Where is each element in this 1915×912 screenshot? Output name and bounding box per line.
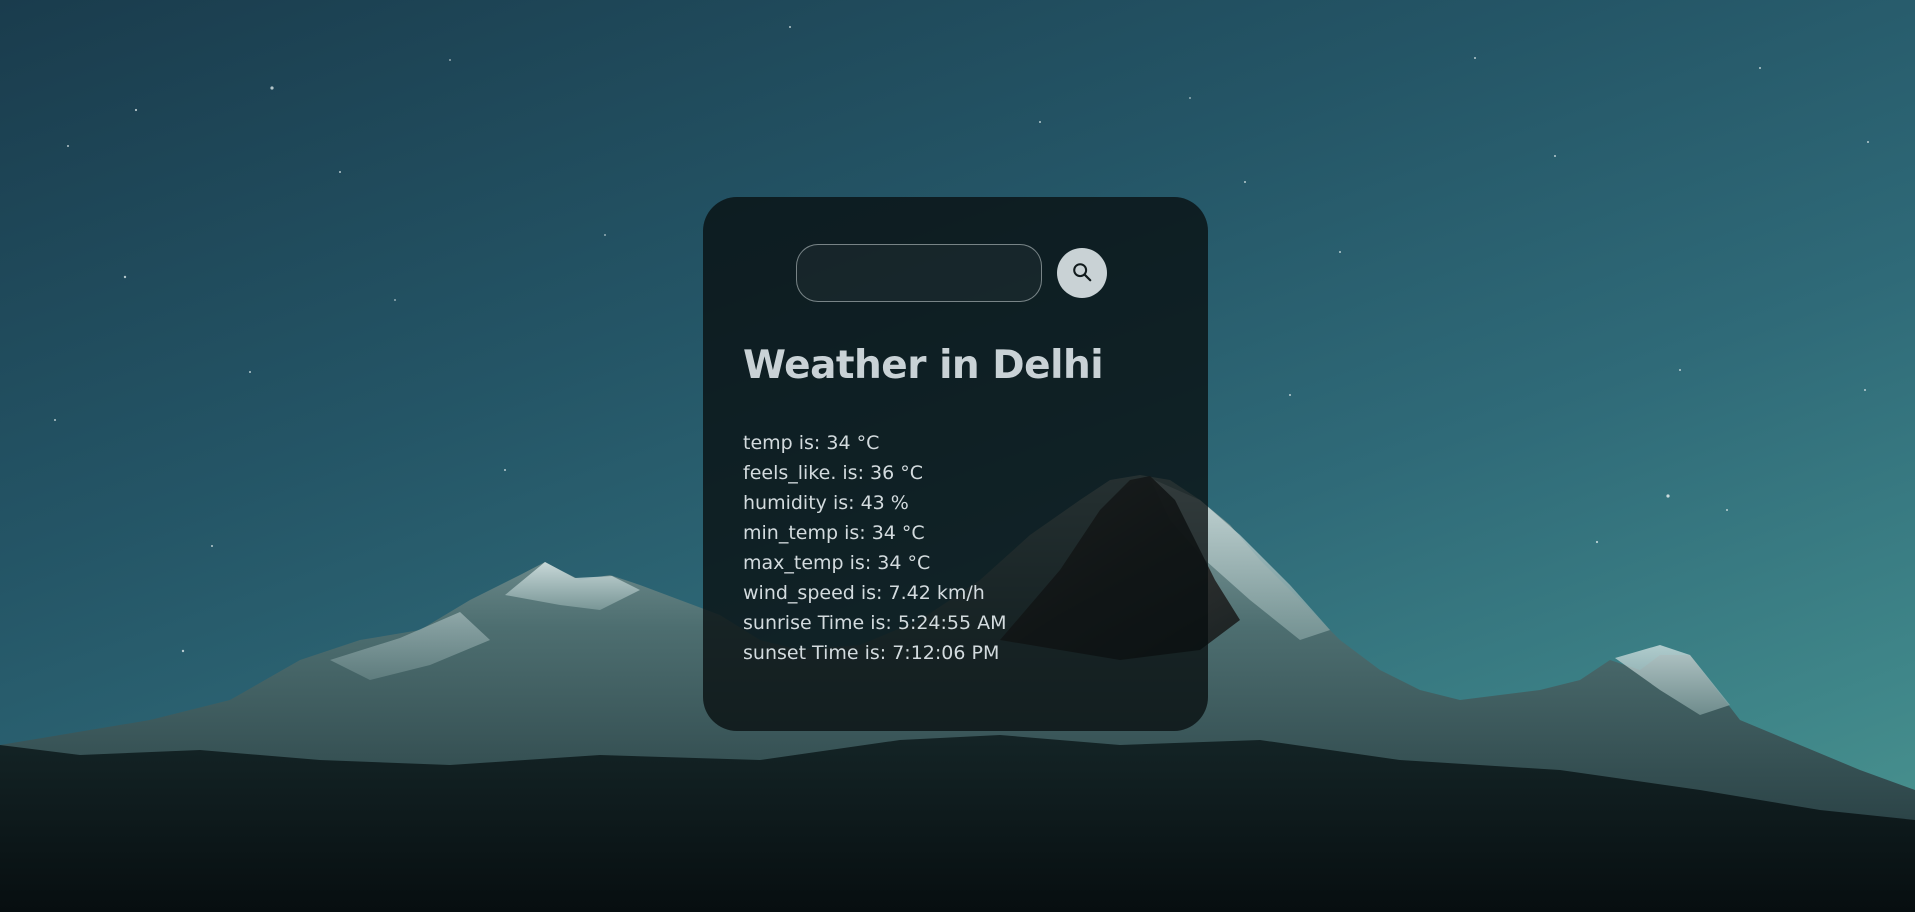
weather-title: Weather in Delhi — [743, 343, 1104, 388]
weather-card: Weather in Delhi temp is: 34 °C feels_li… — [703, 197, 1208, 731]
stat-feels-like: feels_like. is: 36 °C — [743, 462, 923, 484]
stat-wind-speed: wind_speed is: 7.42 km/h — [743, 582, 985, 604]
search-icon — [1071, 261, 1093, 286]
stat-sunrise: sunrise Time is: 5:24:55 AM — [743, 612, 1007, 634]
search-button[interactable] — [1057, 248, 1107, 298]
weather-stats-list: temp is: 34 °C feels_like. is: 36 °C hum… — [743, 428, 1007, 668]
stat-sunset: sunset Time is: 7:12:06 PM — [743, 642, 1000, 664]
stat-min-temp: min_temp is: 34 °C — [743, 522, 925, 544]
search-bar — [793, 244, 1123, 304]
background-scene: Weather in Delhi temp is: 34 °C feels_li… — [0, 0, 1915, 912]
stat-max-temp: max_temp is: 34 °C — [743, 552, 931, 574]
stat-temp: temp is: 34 °C — [743, 432, 880, 454]
stat-humidity: humidity is: 43 % — [743, 492, 909, 514]
search-input[interactable] — [796, 244, 1042, 302]
